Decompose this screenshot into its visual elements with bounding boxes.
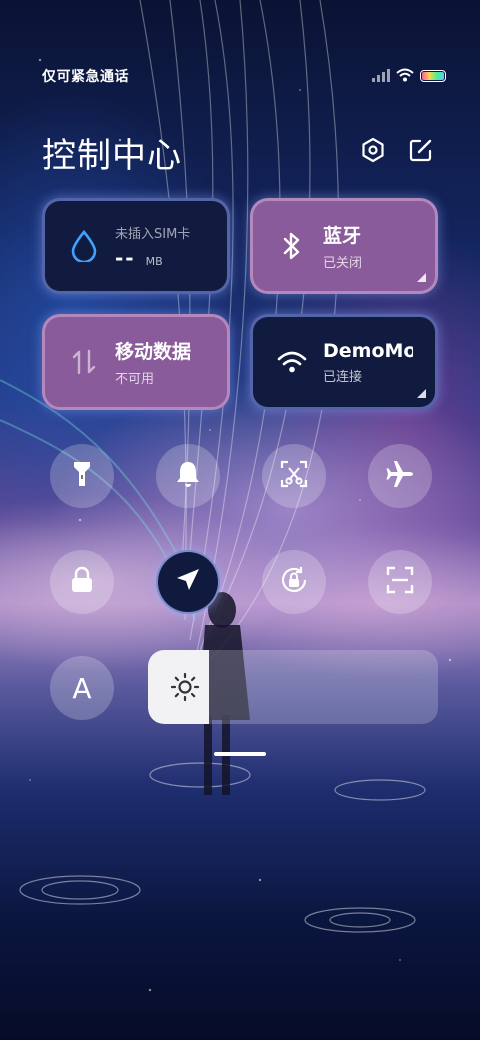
- bluetooth-status: 已关闭: [323, 256, 363, 271]
- location-toggle[interactable]: [156, 550, 220, 614]
- data-usage-value: --: [115, 245, 136, 270]
- settings-button[interactable]: [358, 137, 388, 167]
- scan-icon: [386, 566, 414, 598]
- location-icon: [175, 567, 201, 597]
- data-usage-unit: MB: [145, 254, 163, 268]
- mobile-data-title: 移动数据: [115, 341, 192, 363]
- bluetooth-tile[interactable]: 蓝牙 已关闭: [250, 198, 438, 294]
- lock-icon: [70, 566, 94, 598]
- silent-toggle[interactable]: [156, 444, 220, 508]
- wifi-icon: [396, 67, 414, 86]
- flashlight-toggle[interactable]: [50, 444, 114, 508]
- settings-icon: [360, 137, 386, 167]
- expand-corner-icon[interactable]: [417, 273, 426, 282]
- mobile-data-tile[interactable]: 移动数据 不可用: [42, 314, 230, 410]
- bell-icon: [175, 460, 201, 492]
- edit-icon: [408, 137, 434, 167]
- wifi-network-name: DemoMod: [323, 339, 413, 362]
- bluetooth-title: 蓝牙: [323, 225, 362, 247]
- wifi-icon: [275, 345, 309, 379]
- home-indicator[interactable]: [214, 752, 266, 756]
- edit-button[interactable]: [406, 137, 436, 167]
- wifi-status: 已连接: [323, 369, 363, 385]
- sun-icon: [170, 672, 200, 702]
- carrier-text: 仅可紧急通话: [42, 69, 129, 85]
- screenshot-icon: [280, 460, 308, 492]
- font-size-toggle[interactable]: A: [50, 656, 114, 720]
- water-drop-icon: [67, 229, 101, 263]
- mobile-data-status: 不可用: [115, 372, 155, 387]
- flashlight-icon: [71, 460, 93, 492]
- data-arrows-icon: [67, 345, 101, 379]
- status-icons: [372, 67, 446, 86]
- wifi-tile[interactable]: DemoMod 已连接: [250, 314, 438, 410]
- lock-screen-toggle[interactable]: [50, 550, 114, 614]
- battery-icon: [420, 70, 446, 82]
- rotation-lock-toggle[interactable]: [262, 550, 326, 614]
- brightness-slider[interactable]: [148, 650, 438, 724]
- control-center-header: 控制中心: [42, 128, 436, 176]
- screenshot-toggle[interactable]: [262, 444, 326, 508]
- expand-corner-icon[interactable]: [417, 389, 426, 398]
- font-size-icon: A: [72, 671, 92, 705]
- airplane-mode-toggle[interactable]: [368, 444, 432, 508]
- data-usage-tile[interactable]: 未插入SIM卡 -- MB: [42, 198, 230, 294]
- sim-status-text: 未插入SIM卡: [115, 226, 191, 242]
- rotation-lock-icon: [279, 565, 309, 599]
- data-usage-text: 未插入SIM卡 -- MB: [115, 223, 190, 270]
- page-title: 控制中心: [42, 135, 182, 176]
- scanner-toggle[interactable]: [368, 550, 432, 614]
- status-bar: 仅可紧急通话: [42, 64, 446, 88]
- signal-icon: [372, 67, 390, 86]
- header-actions: [358, 137, 436, 167]
- bluetooth-icon: [275, 229, 309, 263]
- airplane-icon: [385, 459, 415, 493]
